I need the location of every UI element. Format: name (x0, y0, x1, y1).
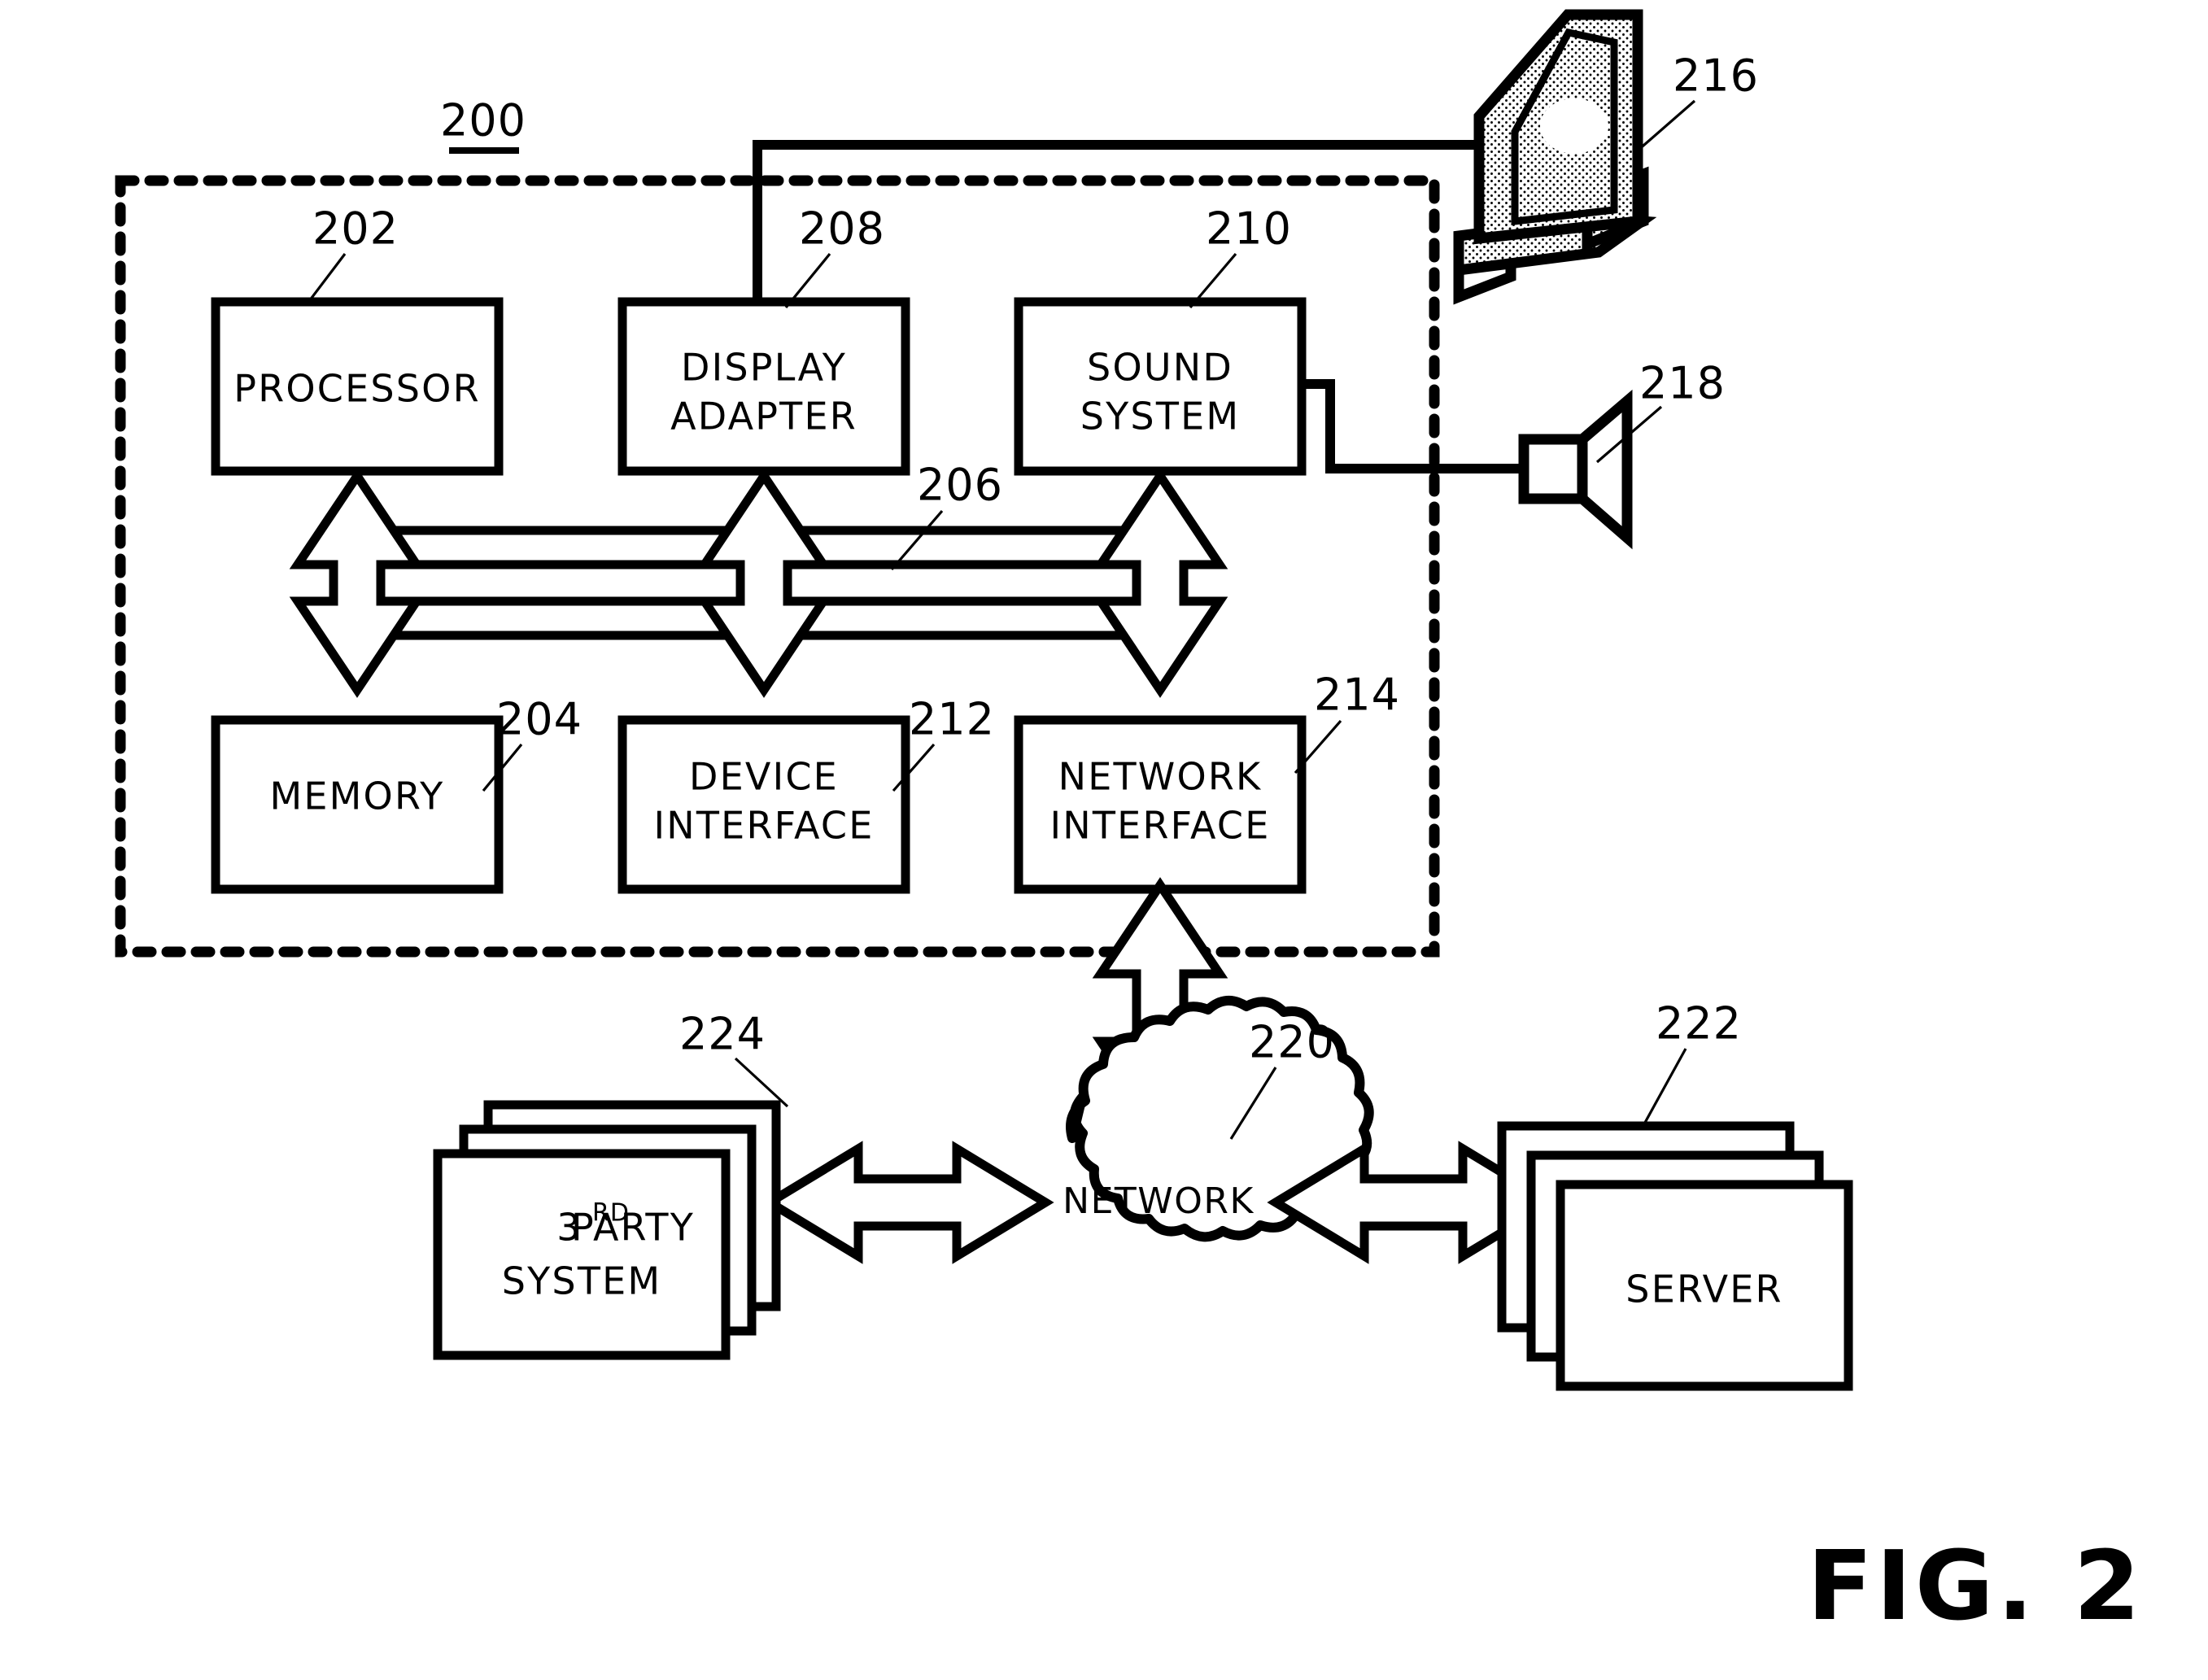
ref-label-204: 204 (496, 694, 583, 745)
figure-caption: FIG. 2 (1807, 1529, 2143, 1642)
processor-label: PROCESSOR (233, 367, 480, 411)
ref-label-224: 224 (679, 1009, 766, 1060)
third-party-label-line2: SYSTEM (502, 1259, 662, 1303)
sound-system-label-line2: SYSTEM (1080, 395, 1241, 439)
patent-figure-page: 200 216 218 PROCESSOR 202 DISPLAY ADAPTE… (0, 0, 2208, 1680)
ref-label-210: 210 (1206, 203, 1292, 255)
third-party-stack-front[interactable] (433, 1149, 731, 1360)
system-ref-200: 200 (440, 95, 526, 154)
ref-label-206: 206 (917, 460, 1003, 511)
third-party-label-rest: PARTY (571, 1206, 695, 1250)
ref-label-200: 200 (440, 95, 526, 146)
ref-label-214: 214 (1314, 670, 1400, 721)
display-adapter-label-line1: DISPLAY (681, 346, 847, 390)
ref-label-208: 208 (799, 203, 885, 255)
network-interface-label-line1: NETWORK (1058, 755, 1263, 799)
ref-label-218: 218 (1639, 358, 1726, 409)
cloud-label: NETWORK (1063, 1180, 1255, 1222)
monitor-screen-highlight (1540, 98, 1608, 154)
ref-label-212: 212 (909, 694, 995, 745)
speaker-body-box (1518, 434, 1588, 504)
display-adapter-label-line2: ADAPTER (670, 395, 857, 439)
device-interface-label-line1: DEVICE (689, 755, 839, 799)
figure-2-block-diagram: 200 216 218 PROCESSOR 202 DISPLAY ADAPTE… (0, 0, 2208, 1680)
memory-label: MEMORY (270, 775, 445, 818)
network-interface-label-line2: INTERFACE (1050, 804, 1271, 848)
device-interface-label-line2: INTERFACE (654, 804, 875, 848)
sound-system-label-line1: SOUND (1087, 346, 1233, 390)
ref-label-202: 202 (312, 203, 399, 255)
server-label: SERVER (1625, 1268, 1783, 1311)
ref-label-216: 216 (1673, 50, 1759, 102)
ref-label-222: 222 (1656, 998, 1742, 1049)
ref-label-220: 220 (1249, 1017, 1335, 1068)
